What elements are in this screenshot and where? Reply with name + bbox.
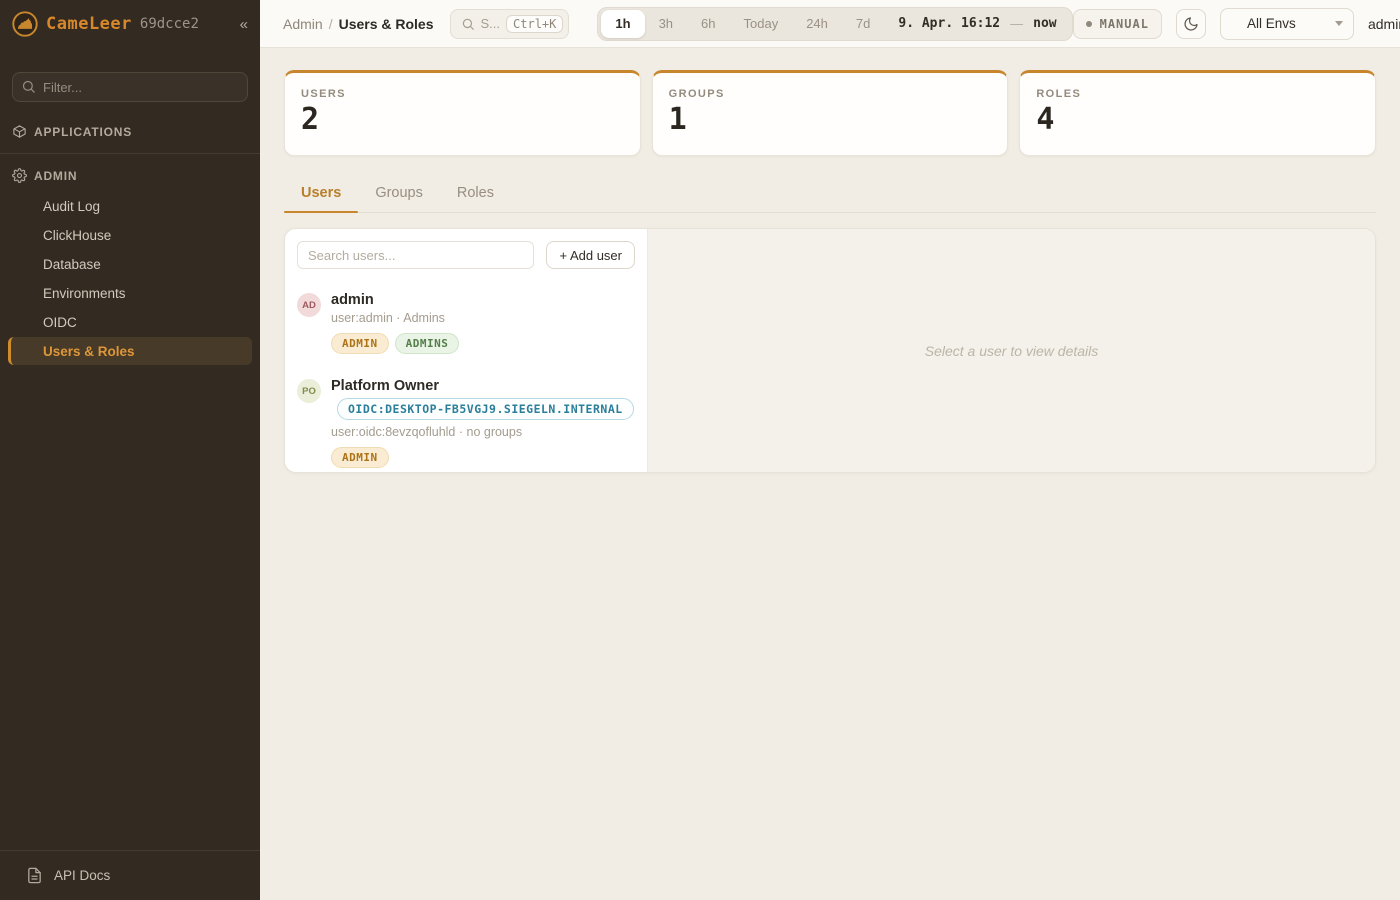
user-list-column: + Add user AD admin user:admin · Admins …	[285, 229, 648, 472]
environment-select-value: All Envs	[1247, 16, 1296, 31]
breadcrumb-current: Users & Roles	[339, 16, 434, 32]
badge-row: ADMIN ADMINS	[331, 333, 459, 354]
sidebar-item-database[interactable]: Database	[8, 250, 252, 278]
time-range-1h[interactable]: 1h	[601, 10, 644, 38]
sidebar-item-audit-log[interactable]: Audit Log	[8, 192, 252, 220]
sidebar-filter	[12, 72, 248, 102]
add-user-button[interactable]: + Add user	[546, 241, 635, 269]
tab-groups[interactable]: Groups	[358, 179, 440, 212]
user-meta: user:oidc:8evzqofluhld · no groups	[331, 425, 634, 439]
oidc-identity-badge: OIDC:DESKTOP-FB5VGJ9.SIEGELN.INTERNAL	[337, 398, 634, 420]
app-title: CameLeer	[46, 14, 132, 34]
empty-state-text: Select a user to view details	[925, 343, 1099, 359]
breadcrumb-separator: /	[329, 16, 333, 32]
sidebar-item-users-roles[interactable]: Users & Roles	[8, 337, 252, 365]
time-range-24h[interactable]: 24h	[792, 10, 842, 38]
time-range-today[interactable]: Today	[730, 10, 793, 38]
avatar: AD	[297, 293, 321, 317]
time-range-group: 1h 3h 6h Today 24h 7d 9. Apr. 16:12 — no…	[597, 7, 1072, 41]
search-icon	[21, 79, 36, 94]
sidebar-section-admin[interactable]: ADMIN	[0, 162, 260, 189]
stat-card-users: USERS 2	[284, 70, 641, 156]
time-range-7d[interactable]: 7d	[842, 10, 884, 38]
search-icon	[461, 17, 475, 31]
search-placeholder: S...	[481, 16, 501, 31]
user-row-admin[interactable]: AD admin user:admin · Admins ADMIN ADMIN…	[285, 281, 647, 367]
time-to[interactable]: now	[1023, 16, 1068, 31]
sidebar-item-environments[interactable]: Environments	[8, 279, 252, 307]
user-detail-panel: Select a user to view details	[648, 229, 1375, 472]
tab-users[interactable]: Users	[284, 179, 358, 212]
role-badge: ADMIN	[331, 447, 389, 468]
gear-icon	[12, 168, 27, 183]
stats-row: USERS 2 GROUPS 1 ROLES 4	[284, 70, 1376, 156]
topbar-right-cluster: MANUAL All Envs admin AD	[1073, 8, 1400, 40]
badge-row: ADMIN	[331, 447, 634, 468]
environment-select[interactable]: All Envs	[1220, 8, 1354, 40]
api-docs-link[interactable]: API Docs	[0, 851, 260, 900]
main-area: Admin / Users & Roles S... Ctrl+K 1h 3h …	[260, 0, 1400, 900]
sidebar-filter-input[interactable]	[12, 72, 248, 102]
stat-value: 1	[669, 105, 992, 135]
group-badge: ADMINS	[395, 333, 460, 354]
user-row-body: admin user:admin · Admins ADMIN ADMINS	[331, 292, 459, 354]
role-badge: ADMIN	[331, 333, 389, 354]
user-list-toolbar: + Add user	[285, 229, 647, 281]
refresh-mode-badge[interactable]: MANUAL	[1073, 9, 1162, 39]
global-search-button[interactable]: S... Ctrl+K	[450, 9, 570, 39]
sidebar-footer: API Docs	[0, 850, 260, 900]
search-users-input[interactable]	[297, 241, 534, 269]
stat-card-groups: GROUPS 1	[652, 70, 1009, 156]
stat-value: 2	[301, 105, 624, 135]
user-name: Platform Owner	[331, 378, 634, 394]
user-meta: user:admin · Admins	[331, 311, 459, 325]
sidebar-item-clickhouse[interactable]: ClickHouse	[8, 221, 252, 249]
stat-label: GROUPS	[669, 88, 992, 100]
section-label: APPLICATIONS	[34, 125, 132, 139]
time-from[interactable]: 9. Apr. 16:12	[884, 16, 1010, 31]
current-username[interactable]: admin	[1368, 16, 1400, 32]
moon-icon	[1183, 16, 1199, 32]
page-content: USERS 2 GROUPS 1 ROLES 4 Users Groups Ro…	[260, 48, 1400, 900]
build-hash: 69dcce2	[140, 16, 199, 32]
stat-card-roles: ROLES 4	[1019, 70, 1376, 156]
stat-label: USERS	[301, 88, 624, 100]
user-row-body: Platform Owner OIDC:DESKTOP-FB5VGJ9.SIEG…	[331, 378, 634, 468]
topbar: Admin / Users & Roles S... Ctrl+K 1h 3h …	[260, 0, 1400, 48]
sidebar-collapse-icon[interactable]: «	[240, 17, 248, 32]
stat-label: ROLES	[1036, 88, 1359, 100]
chevron-down-icon	[1335, 21, 1343, 26]
app-root: CameLeer 69dcce2 « APPLICATIONS ADMIN	[0, 0, 1400, 900]
sidebar-header: CameLeer 69dcce2 «	[0, 0, 260, 48]
status-dot-icon	[1086, 21, 1092, 27]
time-separator: —	[1010, 16, 1023, 31]
theme-toggle-button[interactable]	[1176, 9, 1206, 39]
camel-logo-icon	[12, 11, 38, 37]
mode-label: MANUAL	[1100, 17, 1149, 31]
users-panel: + Add user AD admin user:admin · Admins …	[284, 228, 1376, 473]
document-icon	[26, 867, 43, 884]
sidebar-nav: Audit Log ClickHouse Database Environmen…	[0, 191, 260, 366]
search-shortcut-kbd: Ctrl+K	[506, 15, 563, 33]
sidebar-item-oidc[interactable]: OIDC	[8, 308, 252, 336]
sidebar: CameLeer 69dcce2 « APPLICATIONS ADMIN	[0, 0, 260, 900]
breadcrumb: Admin / Users & Roles	[283, 16, 434, 32]
user-row-platform-owner[interactable]: PO Platform Owner OIDC:DESKTOP-FB5VGJ9.S…	[285, 367, 647, 473]
time-range-6h[interactable]: 6h	[687, 10, 729, 38]
breadcrumb-admin[interactable]: Admin	[283, 16, 323, 32]
tab-roles[interactable]: Roles	[440, 179, 511, 212]
api-docs-label: API Docs	[54, 868, 110, 883]
tab-bar: Users Groups Roles	[284, 179, 1376, 213]
user-name: admin	[331, 292, 459, 308]
time-range-3h[interactable]: 3h	[645, 10, 687, 38]
sidebar-section-applications[interactable]: APPLICATIONS	[0, 118, 260, 145]
package-icon	[12, 124, 27, 139]
avatar: PO	[297, 379, 321, 403]
sidebar-divider	[0, 153, 260, 154]
section-label: ADMIN	[34, 169, 77, 183]
stat-value: 4	[1036, 105, 1359, 135]
